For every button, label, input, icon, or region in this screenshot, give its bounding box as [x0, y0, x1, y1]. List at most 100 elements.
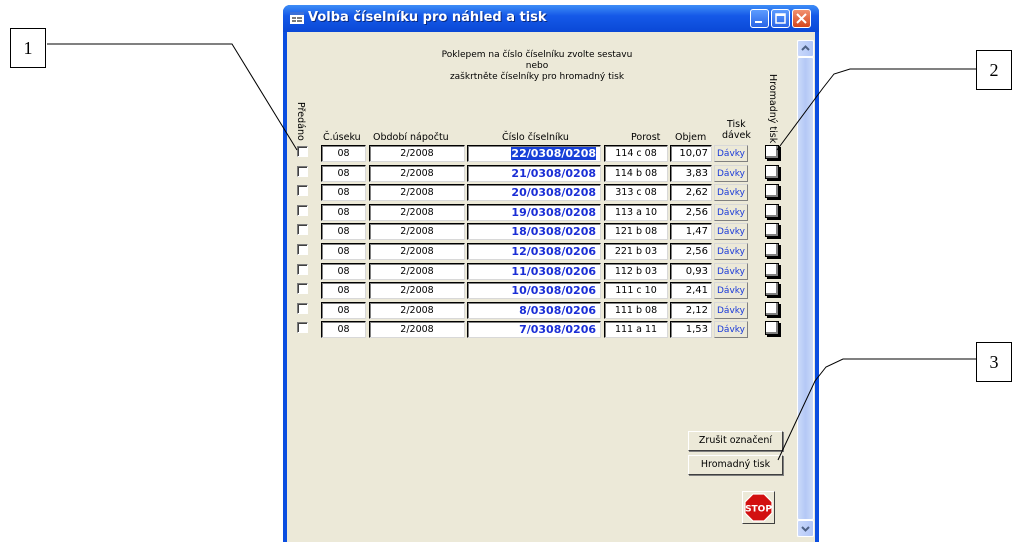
usek-field[interactable]: 08	[321, 282, 366, 300]
vertical-scrollbar[interactable]	[797, 40, 814, 537]
obdobi-field[interactable]: 2/2008	[369, 262, 465, 280]
davky-button[interactable]: Dávky	[714, 262, 748, 280]
davky-button[interactable]: Dávky	[714, 184, 748, 202]
davky-button[interactable]: Dávky	[714, 164, 748, 182]
obdobi-field[interactable]: 2/2008	[369, 184, 465, 202]
cislo-ciselniku-field[interactable]: 19/0308/0208	[467, 203, 601, 221]
scroll-up-button[interactable]	[797, 40, 814, 57]
cislo-ciselniku-field[interactable]: 18/0308/0208	[467, 223, 601, 241]
obdobi-field[interactable]: 2/2008	[369, 243, 465, 260]
objem-field[interactable]: 2,56	[670, 243, 712, 260]
porost-field[interactable]: 111 b 08	[604, 301, 668, 319]
hromadny-tisk-checkbox[interactable]	[765, 145, 779, 159]
porost-field[interactable]: 121 b 08	[604, 223, 668, 241]
davky-button[interactable]: Dávky	[714, 301, 748, 319]
predano-checkbox[interactable]	[297, 263, 308, 275]
porost-field[interactable]: 111 a 11	[604, 321, 668, 339]
callout-3: 3	[976, 342, 1012, 382]
obdobi-field[interactable]: 2/2008	[369, 301, 465, 319]
porost-field[interactable]: 114 c 08	[604, 145, 668, 162]
usek-field[interactable]: 08	[321, 203, 366, 221]
obdobi-field[interactable]: 2/2008	[369, 145, 465, 162]
usek-field[interactable]: 08	[321, 223, 366, 241]
objem-field[interactable]: 0,93	[670, 262, 712, 280]
obdobi-field[interactable]: 2/2008	[369, 203, 465, 221]
porost-field[interactable]: 114 b 08	[604, 164, 668, 182]
cislo-ciselniku-field[interactable]: 8/0308/0206	[467, 301, 601, 319]
usek-field[interactable]: 08	[321, 184, 366, 202]
porost-field[interactable]: 111 c 10	[604, 282, 668, 300]
hromadny-tisk-checkbox[interactable]	[765, 223, 779, 238]
hromadny-tisk-checkbox[interactable]	[765, 282, 779, 297]
cislo-ciselniku-field[interactable]: 11/0308/0206	[467, 262, 601, 280]
cislo-ciselniku-text: 7/0308/0206	[519, 323, 596, 337]
predano-checkbox[interactable]	[297, 146, 308, 157]
cislo-ciselniku-field[interactable]: 21/0308/0208	[467, 164, 601, 182]
hromadny-tisk-checkbox[interactable]	[765, 301, 779, 316]
objem-field[interactable]: 10,07	[670, 145, 712, 162]
maximize-button[interactable]	[771, 9, 790, 28]
objem-field[interactable]: 2,62	[670, 184, 712, 202]
usek-field[interactable]: 08	[321, 243, 366, 260]
predano-checkbox[interactable]	[297, 165, 308, 177]
cislo-ciselniku-field[interactable]: 20/0308/0208	[467, 184, 601, 202]
predano-checkbox[interactable]	[297, 244, 308, 255]
title-bar[interactable]: Volba číselníku pro náhled a tisk	[283, 5, 819, 32]
obdobi-field[interactable]: 2/2008	[369, 164, 465, 182]
cislo-ciselniku-field[interactable]: 22/0308/0208	[467, 145, 601, 162]
instruction-line-1: Poklepem na číslo číselníku zvolte sesta…	[441, 50, 633, 60]
close-button[interactable]	[792, 9, 811, 28]
predano-checkbox[interactable]	[297, 283, 308, 295]
form-client-area: Poklepem na číslo číselníku zvolte sesta…	[287, 32, 815, 542]
cislo-ciselniku-field[interactable]: 7/0308/0206	[467, 321, 601, 339]
cislo-ciselniku-field[interactable]: 12/0308/0206	[467, 243, 601, 260]
hromadny-tisk-checkbox[interactable]	[765, 321, 779, 336]
usek-field[interactable]: 08	[321, 321, 366, 339]
stop-button[interactable]: STOP	[742, 491, 775, 524]
davky-button[interactable]: Dávky	[714, 243, 748, 260]
porost-field[interactable]: 112 b 03	[604, 262, 668, 280]
davky-button[interactable]: Dávky	[714, 203, 748, 221]
davky-button[interactable]: Dávky	[714, 145, 748, 162]
porost-field[interactable]: 113 a 10	[604, 203, 668, 221]
predano-checkbox[interactable]	[297, 204, 308, 216]
hromadny-tisk-checkbox[interactable]	[765, 164, 779, 179]
hromadny-tisk-button[interactable]: Hromadný tisk	[688, 455, 783, 475]
davky-button[interactable]: Dávky	[714, 282, 748, 300]
usek-field[interactable]: 08	[321, 301, 366, 319]
objem-field[interactable]: 1,47	[670, 223, 712, 241]
zrusit-oznaceni-button[interactable]: Zrušit označení	[688, 431, 783, 451]
objem-field[interactable]: 2,12	[670, 301, 712, 319]
porost-field[interactable]: 313 c 08	[604, 184, 668, 202]
davky-button[interactable]: Dávky	[714, 223, 748, 241]
scroll-down-button[interactable]	[797, 520, 814, 537]
hromadny-tisk-checkbox[interactable]	[765, 184, 779, 199]
table-row: 08 2/2008 11/0308/0206 112 b 03 0,93 Dávky	[287, 262, 815, 282]
usek-field[interactable]: 08	[321, 262, 366, 280]
usek-field[interactable]: 08	[321, 164, 366, 182]
hromadny-tisk-checkbox[interactable]	[765, 243, 779, 257]
predano-checkbox[interactable]	[297, 224, 308, 236]
header-tisk: Tisk	[727, 119, 746, 130]
obdobi-field[interactable]: 2/2008	[369, 223, 465, 241]
hromadny-tisk-checkbox[interactable]	[765, 262, 779, 277]
obdobi-field[interactable]: 2/2008	[369, 321, 465, 339]
objem-field[interactable]: 2,56	[670, 203, 712, 221]
table-row: 08 2/2008 10/0308/0206 111 c 10 2,41 Dávky	[287, 281, 815, 301]
predano-checkbox[interactable]	[297, 302, 308, 314]
scroll-thumb[interactable]	[797, 57, 814, 520]
minimize-button[interactable]	[750, 9, 769, 28]
predano-checkbox[interactable]	[297, 185, 308, 197]
cislo-ciselniku-text: 19/0308/0208	[511, 205, 596, 219]
table-row: 08 2/2008 12/0308/0206 221 b 03 2,56 Dávky	[287, 242, 815, 262]
cislo-ciselniku-field[interactable]: 10/0308/0206	[467, 282, 601, 300]
objem-field[interactable]: 3,83	[670, 164, 712, 182]
objem-field[interactable]: 2,41	[670, 282, 712, 300]
predano-checkbox[interactable]	[297, 322, 308, 334]
davky-button[interactable]: Dávky	[714, 321, 748, 339]
hromadny-tisk-checkbox[interactable]	[765, 203, 779, 218]
usek-field[interactable]: 08	[321, 145, 366, 162]
objem-field[interactable]: 1,53	[670, 321, 712, 339]
obdobi-field[interactable]: 2/2008	[369, 282, 465, 300]
porost-field[interactable]: 221 b 03	[604, 243, 668, 260]
